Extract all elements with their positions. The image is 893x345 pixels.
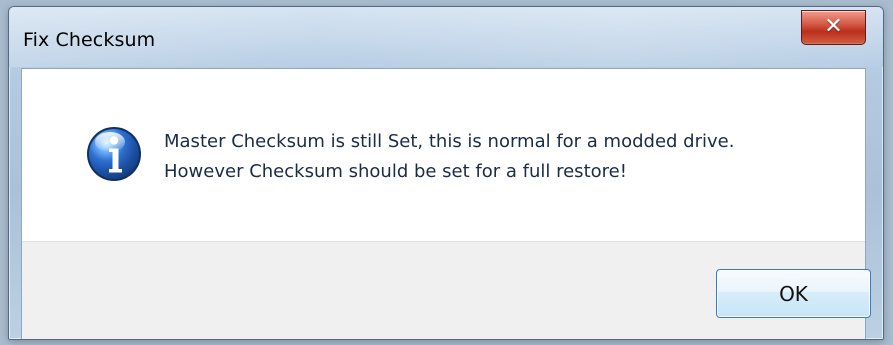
close-button[interactable]: ✕ xyxy=(801,10,866,45)
dialog-title: Fix Checksum xyxy=(23,29,156,51)
message-line-1: Master Checksum is still Set, this is no… xyxy=(164,131,735,152)
message-area: Master Checksum is still Set, this is no… xyxy=(22,69,865,241)
info-icon xyxy=(87,127,141,181)
fix-checksum-dialog: Fix Checksum ✕ Master Checksum is still … xyxy=(8,6,884,340)
close-icon: ✕ xyxy=(824,13,843,39)
dialog-client-area: Master Checksum is still Set, this is no… xyxy=(21,68,871,339)
dialog-footer: OK xyxy=(22,241,871,339)
message-line-2: However Checksum should be set for a ful… xyxy=(164,161,627,182)
ok-button[interactable]: OK xyxy=(716,269,871,318)
message-text: Master Checksum is still Set, this is no… xyxy=(164,127,734,187)
dialog-title-bar: Fix Checksum ✕ xyxy=(9,7,883,67)
